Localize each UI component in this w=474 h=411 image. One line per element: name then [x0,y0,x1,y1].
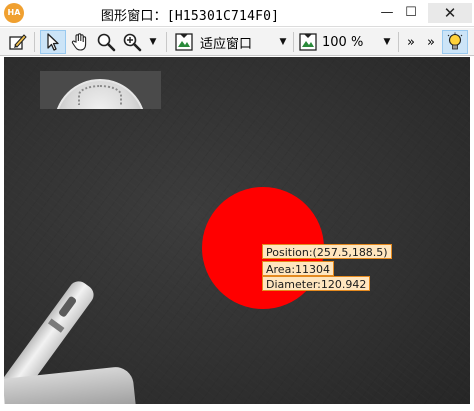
toolbar-overflow-button[interactable]: » [404,30,418,54]
position-label: Position:(257.5,188.5) [262,244,392,259]
image-view[interactable]: Position:(257.5,188.5) Area:11304 Diamet… [4,57,470,404]
chevron-down-icon: ▼ [383,37,391,47]
edit-icon[interactable] [6,30,30,54]
chevron-down-icon: ▼ [279,37,287,47]
toolbar-separator [34,32,35,52]
zoom-label: 100 % [322,34,364,50]
coin-thumbnail [40,71,161,109]
zoom-combo[interactable]: 100 % [322,30,376,54]
toolbar-separator [166,32,167,52]
hand-pan-icon[interactable] [68,30,92,54]
area-label: Area:11304 [262,261,335,276]
magnifier-icon[interactable] [94,30,118,54]
pointer-icon[interactable] [40,30,66,54]
toolbar-separator [293,32,294,52]
window-title: 图形窗口：[H15301C714F0] [100,9,280,24]
maximize-button[interactable]: ☐ [398,3,424,23]
zoom-percent-icon[interactable] [296,30,320,54]
minimize-button[interactable]: — [374,3,400,23]
chevron-down-icon: ▼ [149,37,157,47]
diameter-label: Diameter:120.942 [262,276,371,291]
close-button[interactable]: ✕ [428,3,472,23]
fit-window-icon[interactable] [172,30,196,54]
coin-engraving [78,85,122,105]
zoom-combo-dropdown-arrow[interactable]: ▼ [380,30,394,54]
toolbar-separator [398,32,399,52]
zoom-dropdown-arrow[interactable]: ▼ [146,30,160,54]
fit-mode-dropdown-arrow[interactable]: ▼ [276,30,290,54]
toolbar-overflow-button-2[interactable]: » [424,30,438,54]
stick-mark [47,318,65,333]
stick-notch [57,295,78,318]
zoom-in-icon[interactable] [120,30,144,54]
lightbulb-icon[interactable] [442,30,468,54]
fit-mode-combo[interactable]: 适应窗口 [200,30,264,54]
fit-mode-label: 适应窗口 [200,36,253,52]
title-bar: HA 图形窗口：[H15301C714F0] — ☐ ✕ [0,0,474,27]
toolbar: ▼ 适应窗口 ▼ 100 % ▼ » » [0,28,474,56]
window-bottom-border [0,404,474,411]
